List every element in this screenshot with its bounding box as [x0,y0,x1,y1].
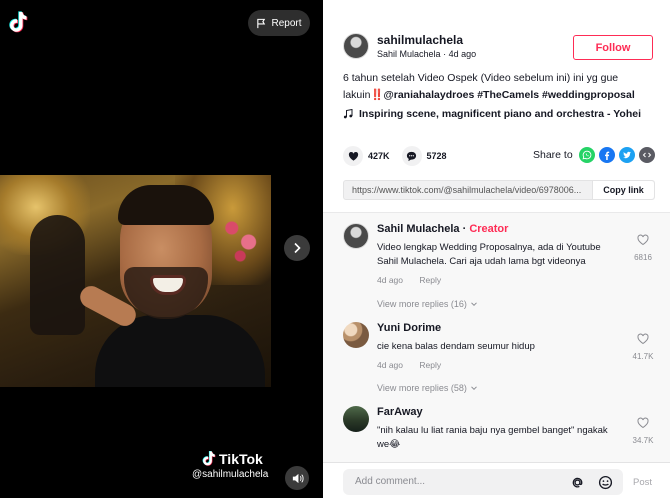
comment-like-count: 6816 [634,253,652,262]
author-avatar[interactable] [343,33,369,59]
like-count: 427K [368,151,390,161]
share-label: Share to [533,149,573,161]
heart-outline-icon [637,417,649,429]
facebook-icon[interactable] [598,147,615,163]
watermark-brand: TikTok [219,450,263,467]
at-mention-icon[interactable] [570,475,585,490]
heart-icon [348,151,358,161]
music-note-icon [343,109,353,119]
comment-like-count: 34.7K [632,436,654,445]
commenter-name[interactable]: Yuni Dorime [377,322,617,334]
description-line1: 6 tahun setelah Video Ospek (Video sebel… [343,72,619,84]
music-link[interactable]: Inspiring scene, magnificent piano and o… [343,108,641,120]
double-exclamation-icon: ‼️ [370,89,384,101]
share-bar: Share to [533,147,655,163]
whatsapp-icon[interactable] [578,147,595,163]
view-more-replies[interactable]: View more replies (58) [377,383,478,393]
comment-count: 5728 [426,151,447,161]
commenter-name[interactable]: Sahil Mulachela · Creator [377,223,617,235]
like-button[interactable] [343,146,363,166]
commenter-avatar[interactable] [343,322,369,348]
comment-age: 4d ago [377,275,403,285]
chevron-down-icon [471,386,477,391]
heart-outline-icon [637,333,649,345]
post-comment-button[interactable]: Post [633,477,652,488]
tiktok-note-icon [202,450,216,466]
info-panel: sahilmulachela Sahil Mulachela · 4d ago … [323,0,670,498]
comment-text: Video lengkap Wedding Proposalnya, ada d… [377,242,601,267]
comment-stat[interactable]: 5728 [401,146,447,166]
commenter-avatar[interactable] [343,406,369,432]
report-button[interactable]: Report [248,10,310,36]
video-frame [0,175,271,387]
view-more-replies[interactable]: View more replies (16) [377,299,478,309]
embed-code-icon[interactable] [638,147,655,163]
mute-button[interactable] [285,466,309,490]
engagement-stats: 427K 5728 [343,146,459,166]
description-tags[interactable]: @raniahalaydroes #TheCamels #weddingprop… [384,89,635,101]
video-link-box: https://www.tiktok.com/@sahilmulachela/v… [343,180,655,200]
comment-like-count: 41.7K [632,352,654,361]
commenter-avatar[interactable] [343,223,369,249]
comment-like-button[interactable]: 34.7K [628,416,658,445]
author-display-name: Sahil Mulachela [377,49,441,59]
flag-icon [257,18,266,28]
creator-badge: Creator [469,223,509,235]
video-description: 6 tahun setelah Video Ospek (Video sebel… [343,70,653,104]
comment-bubble-icon [406,151,417,161]
emoji-icon[interactable] [598,475,613,490]
comment-text: cie kena balas dendam seumur hidup [377,341,535,352]
comment-list[interactable]: Sahil Mulachela · Creator Video lengkap … [323,212,670,462]
author-block[interactable]: sahilmulachela Sahil Mulachela · 4d ago [343,33,476,59]
chevron-down-icon [471,302,477,307]
comment-like-button[interactable]: 41.7K [628,332,658,361]
comment-meta: 4d ago Reply [377,275,617,285]
next-video-button[interactable] [284,235,310,261]
comment-age: 4d ago [377,360,403,370]
video-player[interactable]: Report TikTok @sahilmulachela [0,0,323,498]
chevron-right-icon [294,242,301,254]
like-stat[interactable]: 427K [343,146,390,166]
heart-outline-icon [637,234,649,246]
twitter-icon[interactable] [618,147,635,163]
follow-button[interactable]: Follow [573,35,653,60]
tiktok-watermark: TikTok @sahilmulachela [192,450,268,481]
comment-button[interactable] [401,146,422,166]
copy-link-button[interactable]: Copy link [592,181,654,199]
author-subtitle: Sahil Mulachela · 4d ago [377,49,477,59]
comment-meta: 4d ago Reply [377,360,617,370]
reply-button[interactable]: Reply [419,275,441,285]
video-link-url[interactable]: https://www.tiktok.com/@sahilmulachela/v… [344,181,592,199]
post-age: 4d ago [448,49,477,59]
reply-button[interactable]: Reply [419,360,441,370]
speaker-icon [292,473,304,483]
comment-like-button[interactable]: 6816 [628,233,658,262]
music-title: Inspiring scene, magnificent piano and o… [359,108,642,120]
description-line2-prefix: lakuin [343,89,371,101]
tiktok-logo-icon[interactable] [6,10,28,34]
commenter-name[interactable]: FarAway [377,406,617,418]
watermark-user: @sahilmulachela [192,469,269,480]
comment-composer: Add comment... Post [323,462,670,498]
report-label: Report [271,17,302,29]
author-handle[interactable]: sahilmulachela [377,33,476,47]
comment-text: "nih kalau lu liat rania baju nya gembel… [377,425,608,450]
